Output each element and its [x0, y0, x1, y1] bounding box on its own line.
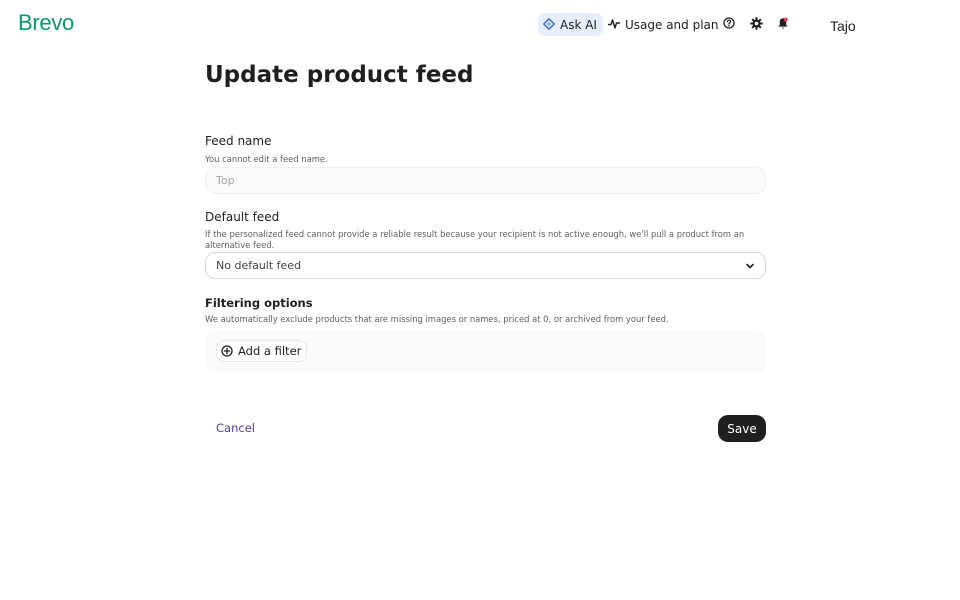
default-feed-label: Default feed [205, 210, 280, 224]
usage-and-plan-button[interactable]: Usage and plan [607, 13, 719, 36]
feed-name-input [206, 168, 765, 193]
ask-ai-button[interactable]: Ask AI [538, 13, 603, 36]
brevo-logo[interactable]: Brevo [18, 10, 74, 36]
usage-and-plan-label: Usage and plan [625, 17, 719, 32]
plus-circle-icon [221, 342, 233, 361]
add-filter-label: Add a filter [238, 344, 302, 358]
add-filter-button[interactable]: Add a filter [216, 340, 308, 362]
chevron-down-icon [745, 256, 755, 275]
bell-icon[interactable] [776, 16, 790, 30]
activity-pulse-icon [607, 15, 621, 34]
top-header: Brevo Ask AI Usage and plan Tajo [0, 0, 960, 48]
cancel-button[interactable]: Cancel [216, 421, 255, 435]
save-button[interactable]: Save [718, 415, 766, 442]
user-menu[interactable]: Tajo [830, 18, 856, 34]
default-feed-selected-value: No default feed [216, 259, 302, 272]
feed-name-help: You cannot edit a feed name. [205, 154, 328, 164]
gear-icon[interactable] [749, 16, 763, 30]
default-feed-help: If the personalized feed cannot provide … [205, 229, 745, 250]
filtering-options-title: Filtering options [205, 296, 313, 310]
default-feed-select[interactable]: No default feed [205, 252, 766, 279]
page-title: Update product feed [205, 62, 474, 88]
feed-name-label: Feed name [205, 134, 272, 148]
sparkle-diamond-icon [543, 15, 555, 34]
filtering-options-help: We automatically exclude products that a… [205, 314, 669, 324]
feed-name-field [205, 167, 766, 194]
help-circle-icon[interactable] [722, 16, 736, 30]
ask-ai-label: Ask AI [560, 17, 597, 32]
